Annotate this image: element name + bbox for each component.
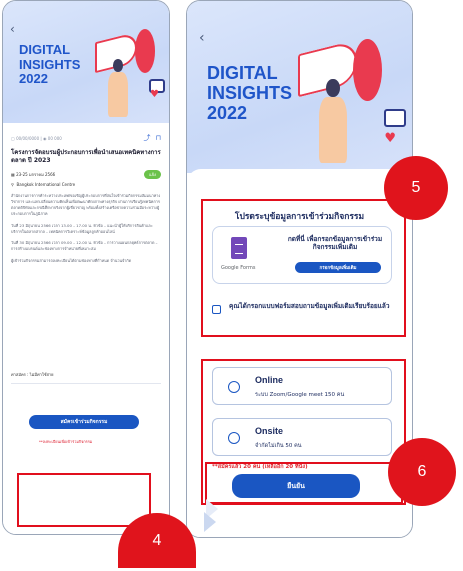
- event-date: 23-25 มกราคม 2566: [16, 172, 56, 178]
- person-illustration: [316, 79, 350, 163]
- event-date-row: ▦ 23-25 มกราคม 2566 แจ้ง: [11, 170, 161, 180]
- annotation-box-6-button: [205, 462, 403, 504]
- hero-title: DIGITAL INSIGHTS 2022: [207, 63, 292, 123]
- hero-line: 2022: [207, 103, 248, 124]
- event-hero-banner: ‹ DIGITAL INSIGHTS 2022 ♥: [187, 1, 412, 173]
- event-location: Bangkok International Centre: [16, 182, 76, 188]
- status-badge: แจ้ง: [144, 170, 161, 180]
- hero-line: 2022: [19, 71, 48, 87]
- pin-icon: ⚲: [11, 182, 14, 188]
- eye-icon: ◉: [43, 135, 47, 141]
- register-note: **ลงทะเบียนเพื่อเข้าร่วมกิจกรรม: [39, 439, 93, 444]
- back-icon[interactable]: ‹: [199, 31, 205, 45]
- heart-icon: ♥: [384, 131, 396, 146]
- post-date: 00/00/0000: [16, 135, 40, 141]
- hero-line: DIGITAL: [207, 63, 278, 83]
- fee-text: ค่าสมัคร : ไม่มีค่าใช้จ่าย: [11, 372, 54, 377]
- article-paragraph: สำนักงานการการค้าระหว่างประเทศขอเชิญผู้ป…: [11, 193, 161, 216]
- annotation-box-5: [201, 199, 406, 337]
- person-illustration: [105, 59, 131, 117]
- annotation-marker-6: 6: [388, 438, 456, 506]
- bookmark-icon[interactable]: ⊓: [156, 134, 161, 142]
- register-button[interactable]: สมัครเข้าร่วมกิจกรรม: [29, 415, 139, 429]
- event-hero-banner: ‹ DIGITAL INSIGHTS 2022 ♥: [3, 1, 169, 123]
- hero-line: DIGITAL: [19, 42, 71, 57]
- hero-line: INSIGHTS: [207, 83, 293, 104]
- article-paragraph: ผู้เข้าร่วมกิจกรรมสามารถลงทะเบียนได้ตามช…: [11, 258, 132, 264]
- calendar-icon: ▦: [11, 172, 15, 178]
- divider: [11, 383, 161, 384]
- article-paragraph: วันที่ 23 มิถุนายน 2566 เวลา 13.00 – 17.…: [11, 222, 153, 234]
- stage: ‹ DIGITAL INSIGHTS 2022 ♥ ▢ 00/00/0000 |…: [0, 0, 463, 571]
- article-title: โครงการจัดอบรมผู้ประกอบการเพื่อนำเสนอเทค…: [11, 149, 161, 165]
- view-count: 00 000: [47, 135, 62, 141]
- hero-line: INSIGHTS: [19, 56, 81, 72]
- left-phone-screen: ‹ DIGITAL INSIGHTS 2022 ♥ ▢ 00/00/0000 |…: [2, 0, 170, 535]
- arrow-icon: [204, 512, 216, 532]
- article-paragraph: วันที่ 30 มิถุนายน 2566 เวลา 09.00 – 12.…: [11, 240, 158, 252]
- share-icon[interactable]: ⤴: [144, 133, 151, 143]
- screen-illustration: [384, 109, 406, 127]
- calendar-icon: ▢: [11, 135, 15, 141]
- annotation-box-4: [17, 473, 151, 527]
- hero-title: DIGITAL INSIGHTS 2022: [19, 42, 81, 87]
- location-row: ⚲ Bangkok International Centre: [11, 182, 161, 187]
- meta-row: ▢ 00/00/0000 | ◉ 00 000 ⤴ ⊓: [11, 133, 161, 143]
- heart-icon: ♥: [150, 89, 159, 100]
- annotation-marker-5: 5: [384, 156, 448, 220]
- back-icon[interactable]: ‹: [10, 23, 15, 35]
